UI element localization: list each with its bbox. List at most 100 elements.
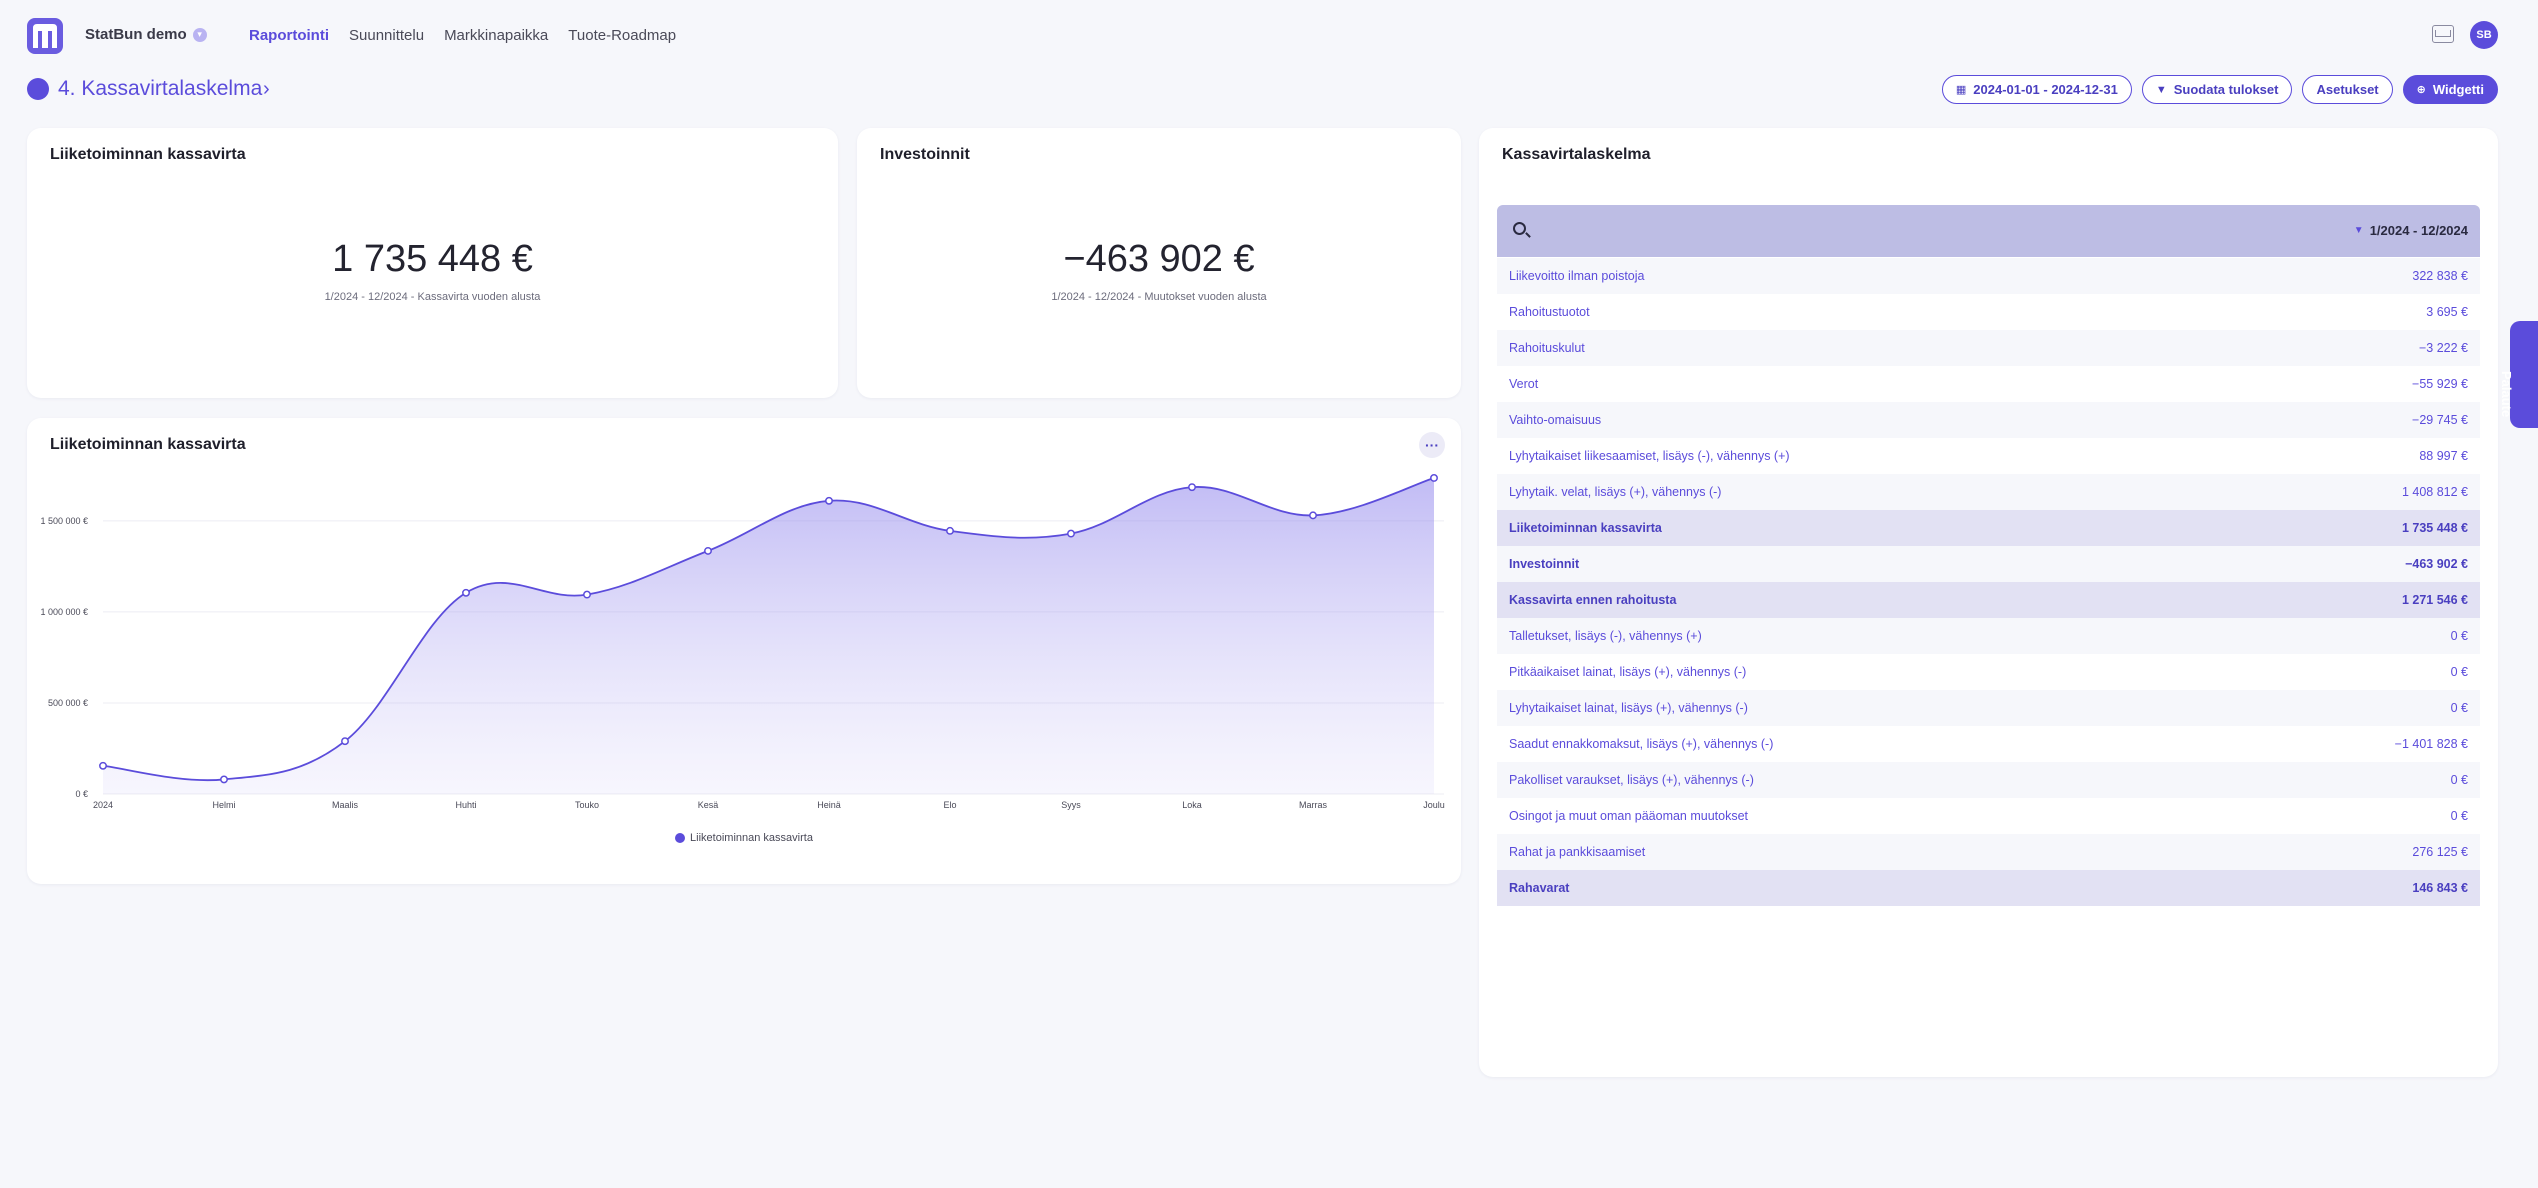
row-value: 276 125 € xyxy=(2412,845,2468,859)
table-row[interactable]: Rahoitustuotot 3 695 € xyxy=(1497,294,2480,330)
data-point xyxy=(341,737,349,746)
x-tick-label: Maalis xyxy=(332,800,359,810)
row-label: Pakolliset varaukset, lisäys (+), vähenn… xyxy=(1509,773,1754,787)
row-value: 1 735 448 € xyxy=(2401,521,2468,535)
main-nav: Raportointi Suunnittelu Markkinapaikka Tuot… xyxy=(249,27,676,44)
table-row[interactable]: Lyhytaikaiset lainat, lisäys (+), vähenn… xyxy=(1497,690,2480,726)
row-label: Rahoitustuotot xyxy=(1509,305,1590,319)
filter-icon: ▼ xyxy=(2155,83,2167,96)
data-point xyxy=(462,588,470,597)
period-label: 1/2024 - 12/2024 xyxy=(2369,223,2468,238)
table-row[interactable]: Vaihto-omaisuus −29 745 € xyxy=(1497,402,2480,438)
row-label: Rahoituskulut xyxy=(1509,341,1585,355)
card-title: Liiketoiminnan kassavirta xyxy=(50,146,246,163)
y-tick-label: 500 000 € xyxy=(48,698,88,708)
table-header: ▼ 1/2024 - 12/2024 xyxy=(1497,205,2480,257)
add-widget-button[interactable]: ⊕ Widgetti xyxy=(2402,75,2498,104)
table-row[interactable]: Pakolliset varaukset, lisäys (+), vähenn… xyxy=(1497,762,2480,798)
row-value: −55 929 € xyxy=(2412,377,2468,391)
caret-down-icon: ▼ xyxy=(2353,225,2364,236)
page-title[interactable]: 4. Kassavirtalaskelma xyxy=(58,77,262,101)
table-row[interactable]: Liikevoitto ilman poistoja 322 838 € xyxy=(1497,258,2480,294)
search-icon[interactable] xyxy=(1513,222,1526,235)
row-label: Lyhytaikaiset liikesaamiset, lisäys (-),… xyxy=(1509,449,1790,463)
period-selector[interactable]: ▼ 1/2024 - 12/2024 xyxy=(2354,223,2468,238)
table-row[interactable]: Osingot ja muut oman pääoman muutokset 0 … xyxy=(1497,798,2480,834)
table-row[interactable]: Investoinnit −463 902 € xyxy=(1497,546,2480,582)
page-actions: ▦ 2024-01-01 - 2024-12-31 ▼ Suodata tulo… xyxy=(1941,75,2498,104)
row-label: Pitkäaikaiset lainat, lisäys (+), vähenn… xyxy=(1509,665,1747,679)
row-value: −463 902 € xyxy=(2405,557,2468,571)
row-value: 146 843 € xyxy=(2412,881,2468,895)
date-range-button[interactable]: ▦ 2024-01-01 - 2024-12-31 xyxy=(1941,75,2132,104)
table-row[interactable]: Lyhytaikaiset liikesaamiset, lisäys (-),… xyxy=(1497,438,2480,474)
x-tick-label: Huhti xyxy=(455,800,476,810)
nav-item-raportointi[interactable]: Raportointi xyxy=(249,27,329,44)
avatar[interactable]: SB xyxy=(2470,21,2498,49)
row-value: 322 838 € xyxy=(2412,269,2468,283)
org-switcher[interactable]: StatBun demo ▾ xyxy=(85,26,207,43)
kpi-value: −463 902 € xyxy=(1063,238,1255,280)
data-point xyxy=(1067,529,1075,538)
x-tick-label: Marras xyxy=(1299,800,1328,810)
series-area xyxy=(103,477,1434,794)
row-value: 1 408 812 € xyxy=(2401,485,2468,499)
row-value: 0 € xyxy=(2450,665,2468,679)
x-tick-label: Touko xyxy=(575,800,599,810)
table-row[interactable]: Rahavarat 146 843 € xyxy=(1497,870,2480,906)
top-bar: StatBun demo ▾ Raportointi Suunnittelu Mar… xyxy=(0,0,2538,72)
filter-button[interactable]: ▼ Suodata tulokset xyxy=(2141,75,2293,104)
x-tick-label: Heinä xyxy=(817,800,841,810)
data-point xyxy=(1430,474,1438,482)
row-value: 0 € xyxy=(2450,809,2468,823)
feedback-tab[interactable]: Palaute xyxy=(2499,321,2538,428)
plus-circle-icon: ⊕ xyxy=(2416,84,2426,96)
nav-item-suunnittelu[interactable]: Suunnittelu xyxy=(349,27,424,44)
chevron-right-icon[interactable]: › xyxy=(263,78,270,101)
row-label: Investoinnit xyxy=(1509,557,1580,571)
table-row[interactable]: Kassavirta ennen rahoitusta 1 271 546 € xyxy=(1497,582,2480,618)
row-label: Talletukset, lisäys (-), vähennys (+) xyxy=(1509,629,1702,643)
table-row[interactable]: Talletukset, lisäys (-), vähennys (+) 0 € xyxy=(1497,618,2480,654)
table-row[interactable]: Saadut ennakkomaksut, lisäys (+), vähenn… xyxy=(1497,726,2480,762)
nav-item-markkinapaikka[interactable]: Markkinapaikka xyxy=(444,27,548,44)
row-value: 0 € xyxy=(2450,773,2468,787)
x-tick-label: Syys xyxy=(1061,800,1081,810)
data-point xyxy=(946,526,954,535)
chart-legend[interactable]: Liiketoiminnan kassavirta xyxy=(27,832,1461,844)
card-title: Investoinnit xyxy=(880,146,970,163)
settings-label: Asetukset xyxy=(2316,82,2379,97)
y-tick-label: 1 500 000 € xyxy=(40,516,88,526)
report-icon xyxy=(27,78,49,100)
kpi-subtitle: 1/2024 - 12/2024 - Muutokset vuoden alus… xyxy=(1051,291,1267,303)
legend-label: Liiketoiminnan kassavirta xyxy=(690,832,813,844)
date-range-label: 2024-01-01 - 2024-12-31 xyxy=(1973,82,2118,97)
inbox-icon[interactable] xyxy=(2432,25,2454,43)
org-name: StatBun demo xyxy=(85,26,187,43)
table-row[interactable]: Rahoituskulut −3 222 € xyxy=(1497,330,2480,366)
row-value: −29 745 € xyxy=(2412,413,2468,427)
y-tick-label: 1 000 000 € xyxy=(40,607,88,617)
data-point xyxy=(1309,511,1317,520)
row-value: 88 997 € xyxy=(2419,449,2468,463)
table-row[interactable]: Rahat ja pankkisaamiset 276 125 € xyxy=(1497,834,2480,870)
calendar-icon: ▦ xyxy=(1955,84,1967,96)
statbun-logo[interactable] xyxy=(27,18,63,54)
table-row[interactable]: Lyhytaik. velat, lisäys (+), vähennys (-… xyxy=(1497,474,2480,510)
row-label: Liiketoiminnan kassavirta xyxy=(1509,521,1662,535)
table-row[interactable]: Liiketoiminnan kassavirta 1 735 448 € xyxy=(1497,510,2480,546)
table-row[interactable]: Pitkäaikaiset lainat, lisäys (+), vähenn… xyxy=(1497,654,2480,690)
table-row[interactable]: Verot −55 929 € xyxy=(1497,366,2480,402)
filter-label: Suodata tulokset xyxy=(2173,82,2279,97)
data-point xyxy=(220,775,228,784)
data-point xyxy=(99,761,107,770)
kpi-card-investments: Investoinnit −463 902 € 1/2024 - 12/2024… xyxy=(857,128,1461,398)
row-value: −1 401 828 € xyxy=(2394,737,2468,751)
chevron-down-icon: ▾ xyxy=(192,27,207,42)
nav-item-tuote-roadmap[interactable]: Tuote-Roadmap xyxy=(568,27,676,44)
settings-button[interactable]: Asetukset xyxy=(2302,75,2393,104)
x-tick-label: Elo xyxy=(943,800,956,810)
row-label: Liikevoitto ilman poistoja xyxy=(1509,269,1645,283)
row-value: 0 € xyxy=(2450,701,2468,715)
row-label: Saadut ennakkomaksut, lisäys (+), vähenn… xyxy=(1509,737,1774,751)
